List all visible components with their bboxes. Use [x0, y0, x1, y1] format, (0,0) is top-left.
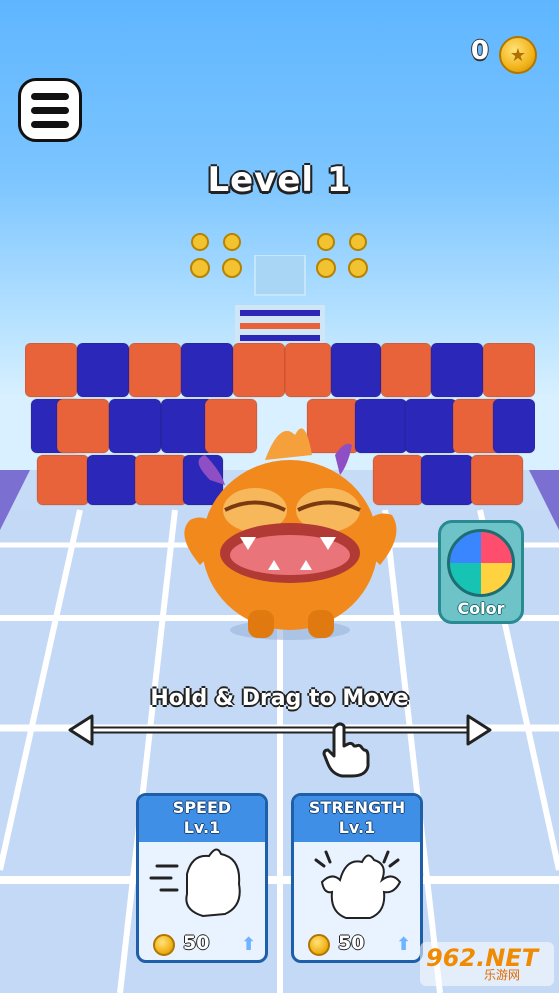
speed-card-footer: 50 ⬆: [139, 930, 265, 960]
speed-monster-icon: [149, 848, 241, 918]
level-title: Level 1: [207, 160, 352, 200]
hamburger-line: [31, 106, 69, 114]
star-coin-icon: ★: [499, 36, 537, 74]
speed-card-header: SPEED Lv.1: [139, 796, 265, 842]
coin-icon: [308, 934, 330, 956]
strength-title: STRENGTH: [308, 798, 406, 817]
color-button[interactable]: Color: [438, 520, 524, 624]
pointing-hand-icon: [322, 722, 370, 778]
hamburger-menu-icon: [31, 92, 69, 100]
arrow-up-icon: ⬆: [241, 934, 257, 955]
coin-count: 0: [470, 36, 489, 66]
strength-card-header: STRENGTH Lv.1: [294, 796, 420, 842]
menu-button[interactable]: [18, 78, 82, 142]
color-button-label: Color: [457, 599, 505, 618]
color-wheel-icon: [447, 529, 515, 597]
distant-coin-group-right: [316, 232, 376, 284]
strength-card-footer: 50 ⬆: [294, 930, 420, 960]
watermark-brand: 962.NET: [426, 944, 539, 972]
speed-level: Lv.1: [183, 818, 221, 837]
drag-hint-text: Hold & Drag to Move: [150, 686, 409, 711]
strength-upgrade-card[interactable]: STRENGTH Lv.1 50 ⬆: [291, 793, 423, 963]
coin-icon: [153, 934, 175, 956]
watermark-sub: 乐游网: [484, 968, 521, 982]
distant-coin-group-left: [190, 232, 250, 284]
hamburger-line: [31, 120, 69, 128]
arrow-up-icon: ⬆: [396, 934, 412, 955]
monster-character: [184, 428, 397, 640]
double-arrow-icon: [68, 714, 492, 746]
game-screen[interactable]: 0 ★ Level 1 Color Hold & Drag to Move SP…: [0, 0, 559, 993]
speed-upgrade-card[interactable]: SPEED Lv.1 50 ⬆: [136, 793, 268, 963]
strength-monster-icon: [314, 850, 402, 919]
speed-title: SPEED: [172, 798, 232, 817]
speed-price: 50: [183, 932, 210, 954]
site-watermark: 962.NET 乐游网: [420, 942, 554, 986]
strength-level: Lv.1: [338, 818, 376, 837]
strength-price: 50: [338, 932, 365, 954]
